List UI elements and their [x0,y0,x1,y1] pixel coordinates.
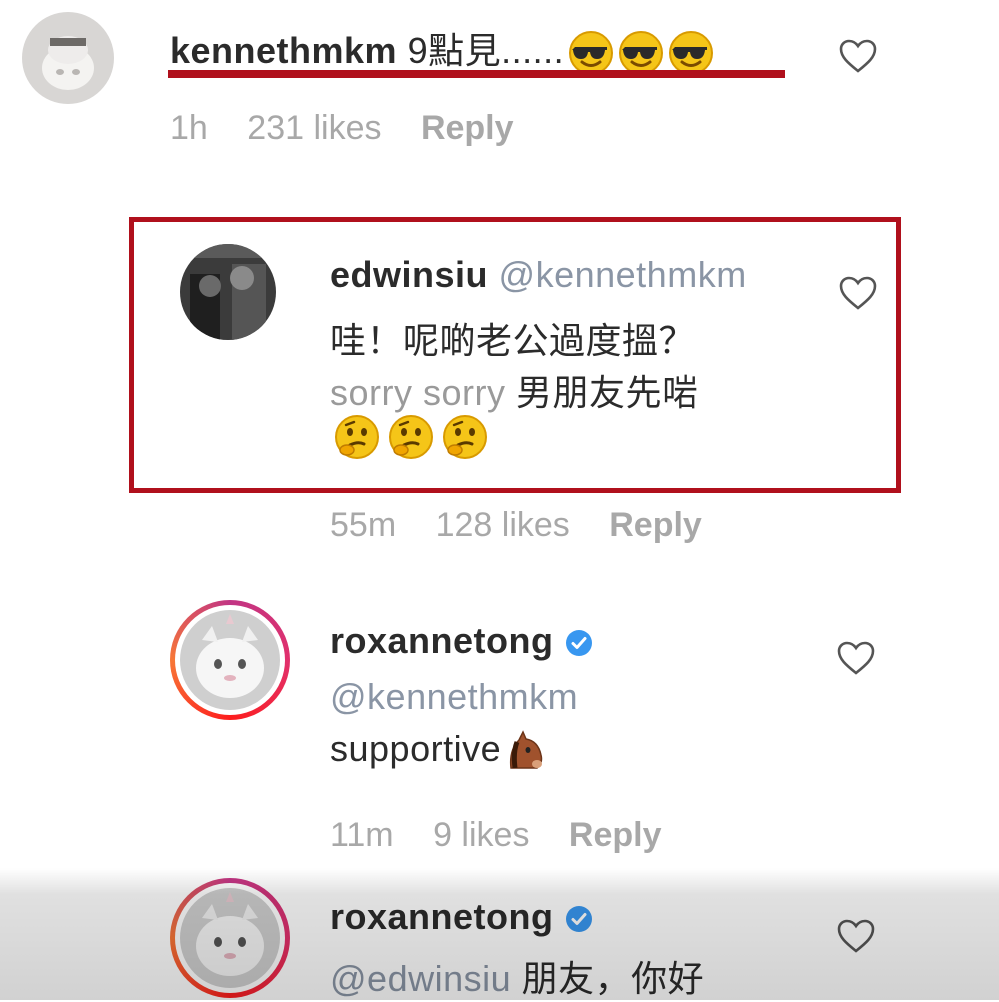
avatar-roxannetong[interactable] [170,600,290,720]
comment-1-reply-button[interactable]: Reply [421,109,514,147]
comment-3-text-line: supportive [330,728,547,774]
comment-2-line2-prefix: sorry sorry [330,372,506,413]
comment-3-header: roxannetong [330,620,594,662]
comment-3-username[interactable]: roxannetong [330,620,554,661]
red-underline-annotation [168,70,785,78]
avatar-edwinsiu[interactable] [180,244,276,340]
comment-3-meta: 11m 9 likes Reply [330,816,692,855]
avatar-kennethmkm[interactable] [22,12,114,104]
thinking-face-emoji-icon [334,414,380,460]
comment-1-likes[interactable]: 231 likes [247,109,381,147]
comment-2-line1: 哇！呢啲老公過度搵？ [330,320,696,361]
comment-1-username[interactable]: kennethmkm [170,30,397,71]
comment-1-text: 9點見...... [407,30,565,71]
comment-3-time: 11m [330,816,394,854]
comment-2-line2: sorry sorry 男朋友先啱 [330,364,699,416]
verified-badge-icon [564,628,594,658]
avatar-roxannetong-2[interactable] [170,878,290,998]
comment-4-header: roxannetong [330,896,594,938]
comment-1-line: kennethmkm 9點見...... [170,22,714,76]
comment-3-mention[interactable]: @kennethmkm [330,676,578,718]
thinking-face-emoji-icon [388,414,434,460]
comment-2-username[interactable]: edwinsiu [330,254,488,295]
comment-1-time: 1h [170,109,208,147]
comment-4-username[interactable]: roxannetong [330,896,554,937]
comment-3-likes[interactable]: 9 likes [433,816,529,854]
comment-2-emojis [330,414,488,460]
like-heart-icon[interactable] [838,38,878,74]
comment-2-header: edwinsiu @kennethmkm [330,254,747,296]
comment-4-line: @edwinsiu 朋友，你好 [330,950,704,1002]
comment-4-text: 朋友，你好 [521,958,705,999]
comment-2-likes[interactable]: 128 likes [436,506,570,544]
verified-badge-icon [564,904,594,934]
comment-3-reply-button[interactable]: Reply [569,816,662,854]
horse-face-emoji-icon [501,728,547,774]
comment-2-time: 55m [330,506,397,544]
comment-2-reply-button[interactable]: Reply [609,506,702,544]
thinking-face-emoji-icon [442,414,488,460]
like-heart-icon[interactable] [836,918,876,954]
like-heart-icon[interactable] [836,640,876,676]
like-heart-icon[interactable] [838,275,878,311]
comment-1-meta: 1h 231 likes Reply [170,109,544,148]
comment-2-line2-suffix: 男朋友先啱 [516,372,699,413]
comment-2-meta: 55m 128 likes Reply [330,506,732,545]
comment-4-mention[interactable]: @edwinsiu [330,958,511,999]
comment-3-text: supportive [330,728,502,769]
comment-2-mention[interactable]: @kennethmkm [499,254,747,295]
